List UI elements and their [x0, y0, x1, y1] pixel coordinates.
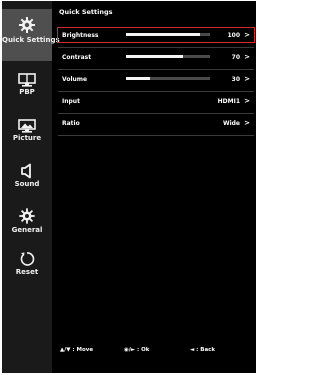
sidebar-item-label: Reset: [15, 268, 39, 276]
sidebar-item-sound[interactable]: Sound: [2, 163, 52, 193]
setting-value: HDMI1: [217, 98, 240, 105]
chevron-right-icon[interactable]: >: [244, 53, 250, 61]
divider: [58, 47, 254, 48]
pbp-monitor-icon: [18, 73, 36, 87]
chevron-right-icon[interactable]: >: [244, 75, 250, 83]
picture-monitor-icon: [18, 119, 36, 133]
reset-icon: [20, 252, 35, 266]
osd-menu: Quick Settings PBP Picture Sound General…: [2, 1, 256, 373]
volume-slider[interactable]: [126, 77, 210, 80]
sidebar-item-picture[interactable]: Picture: [2, 119, 52, 149]
brightness-slider[interactable]: [126, 33, 210, 36]
setting-label: Volume: [62, 76, 88, 83]
setting-label: Input: [62, 98, 80, 105]
sidebar-item-label: Picture: [12, 134, 42, 142]
panel-title: Quick Settings: [59, 8, 113, 16]
back-hint: ◄ : Back: [190, 347, 216, 353]
divider: [58, 135, 254, 136]
chevron-right-icon[interactable]: >: [244, 97, 250, 105]
setting-value: 30: [231, 76, 240, 83]
brightness-slider-fill: [126, 33, 200, 36]
sidebar-item-label: General: [11, 226, 43, 234]
sidebar-item-reset[interactable]: Reset: [2, 251, 52, 281]
setting-value: Wide: [222, 120, 240, 127]
speaker-icon: [21, 163, 31, 179]
quick-settings-gear-icon: [19, 17, 35, 33]
setting-label: Brightness: [62, 32, 99, 39]
ok-hint: ◉/► : Ok: [124, 347, 150, 353]
sidebar: Quick Settings PBP Picture Sound General…: [2, 1, 60, 373]
divider: [58, 69, 254, 70]
chevron-right-icon[interactable]: >: [244, 31, 250, 39]
contrast-slider[interactable]: [126, 55, 210, 58]
sidebar-item-general[interactable]: General: [2, 207, 52, 237]
setting-label: Contrast: [62, 54, 92, 61]
divider: [58, 91, 254, 92]
sidebar-item-pbp[interactable]: PBP: [2, 73, 52, 103]
chevron-right-icon[interactable]: >: [244, 119, 250, 127]
setting-row-brightness[interactable]: Brightness 100 >: [57, 27, 255, 43]
setting-label: Ratio: [62, 120, 80, 127]
setting-row-input[interactable]: Input HDMI1 >: [58, 94, 254, 108]
contrast-slider-fill: [126, 55, 184, 58]
setting-row-volume[interactable]: Volume 30 >: [58, 72, 254, 86]
sidebar-item-label: Quick Settings: [2, 36, 60, 44]
setting-row-ratio[interactable]: Ratio Wide >: [58, 116, 254, 130]
divider: [58, 113, 254, 114]
setting-value: 100: [227, 32, 240, 39]
setting-row-contrast[interactable]: Contrast 70 >: [58, 50, 254, 64]
sidebar-item-label: PBP: [19, 88, 35, 96]
gear-icon: [19, 208, 35, 224]
sidebar-item-label: Sound: [14, 180, 40, 188]
volume-slider-fill: [126, 77, 150, 80]
setting-value: 70: [231, 54, 240, 61]
sidebar-item-quick-settings[interactable]: Quick Settings: [2, 9, 60, 61]
move-hint: ▲/▼ : Move: [60, 347, 94, 353]
